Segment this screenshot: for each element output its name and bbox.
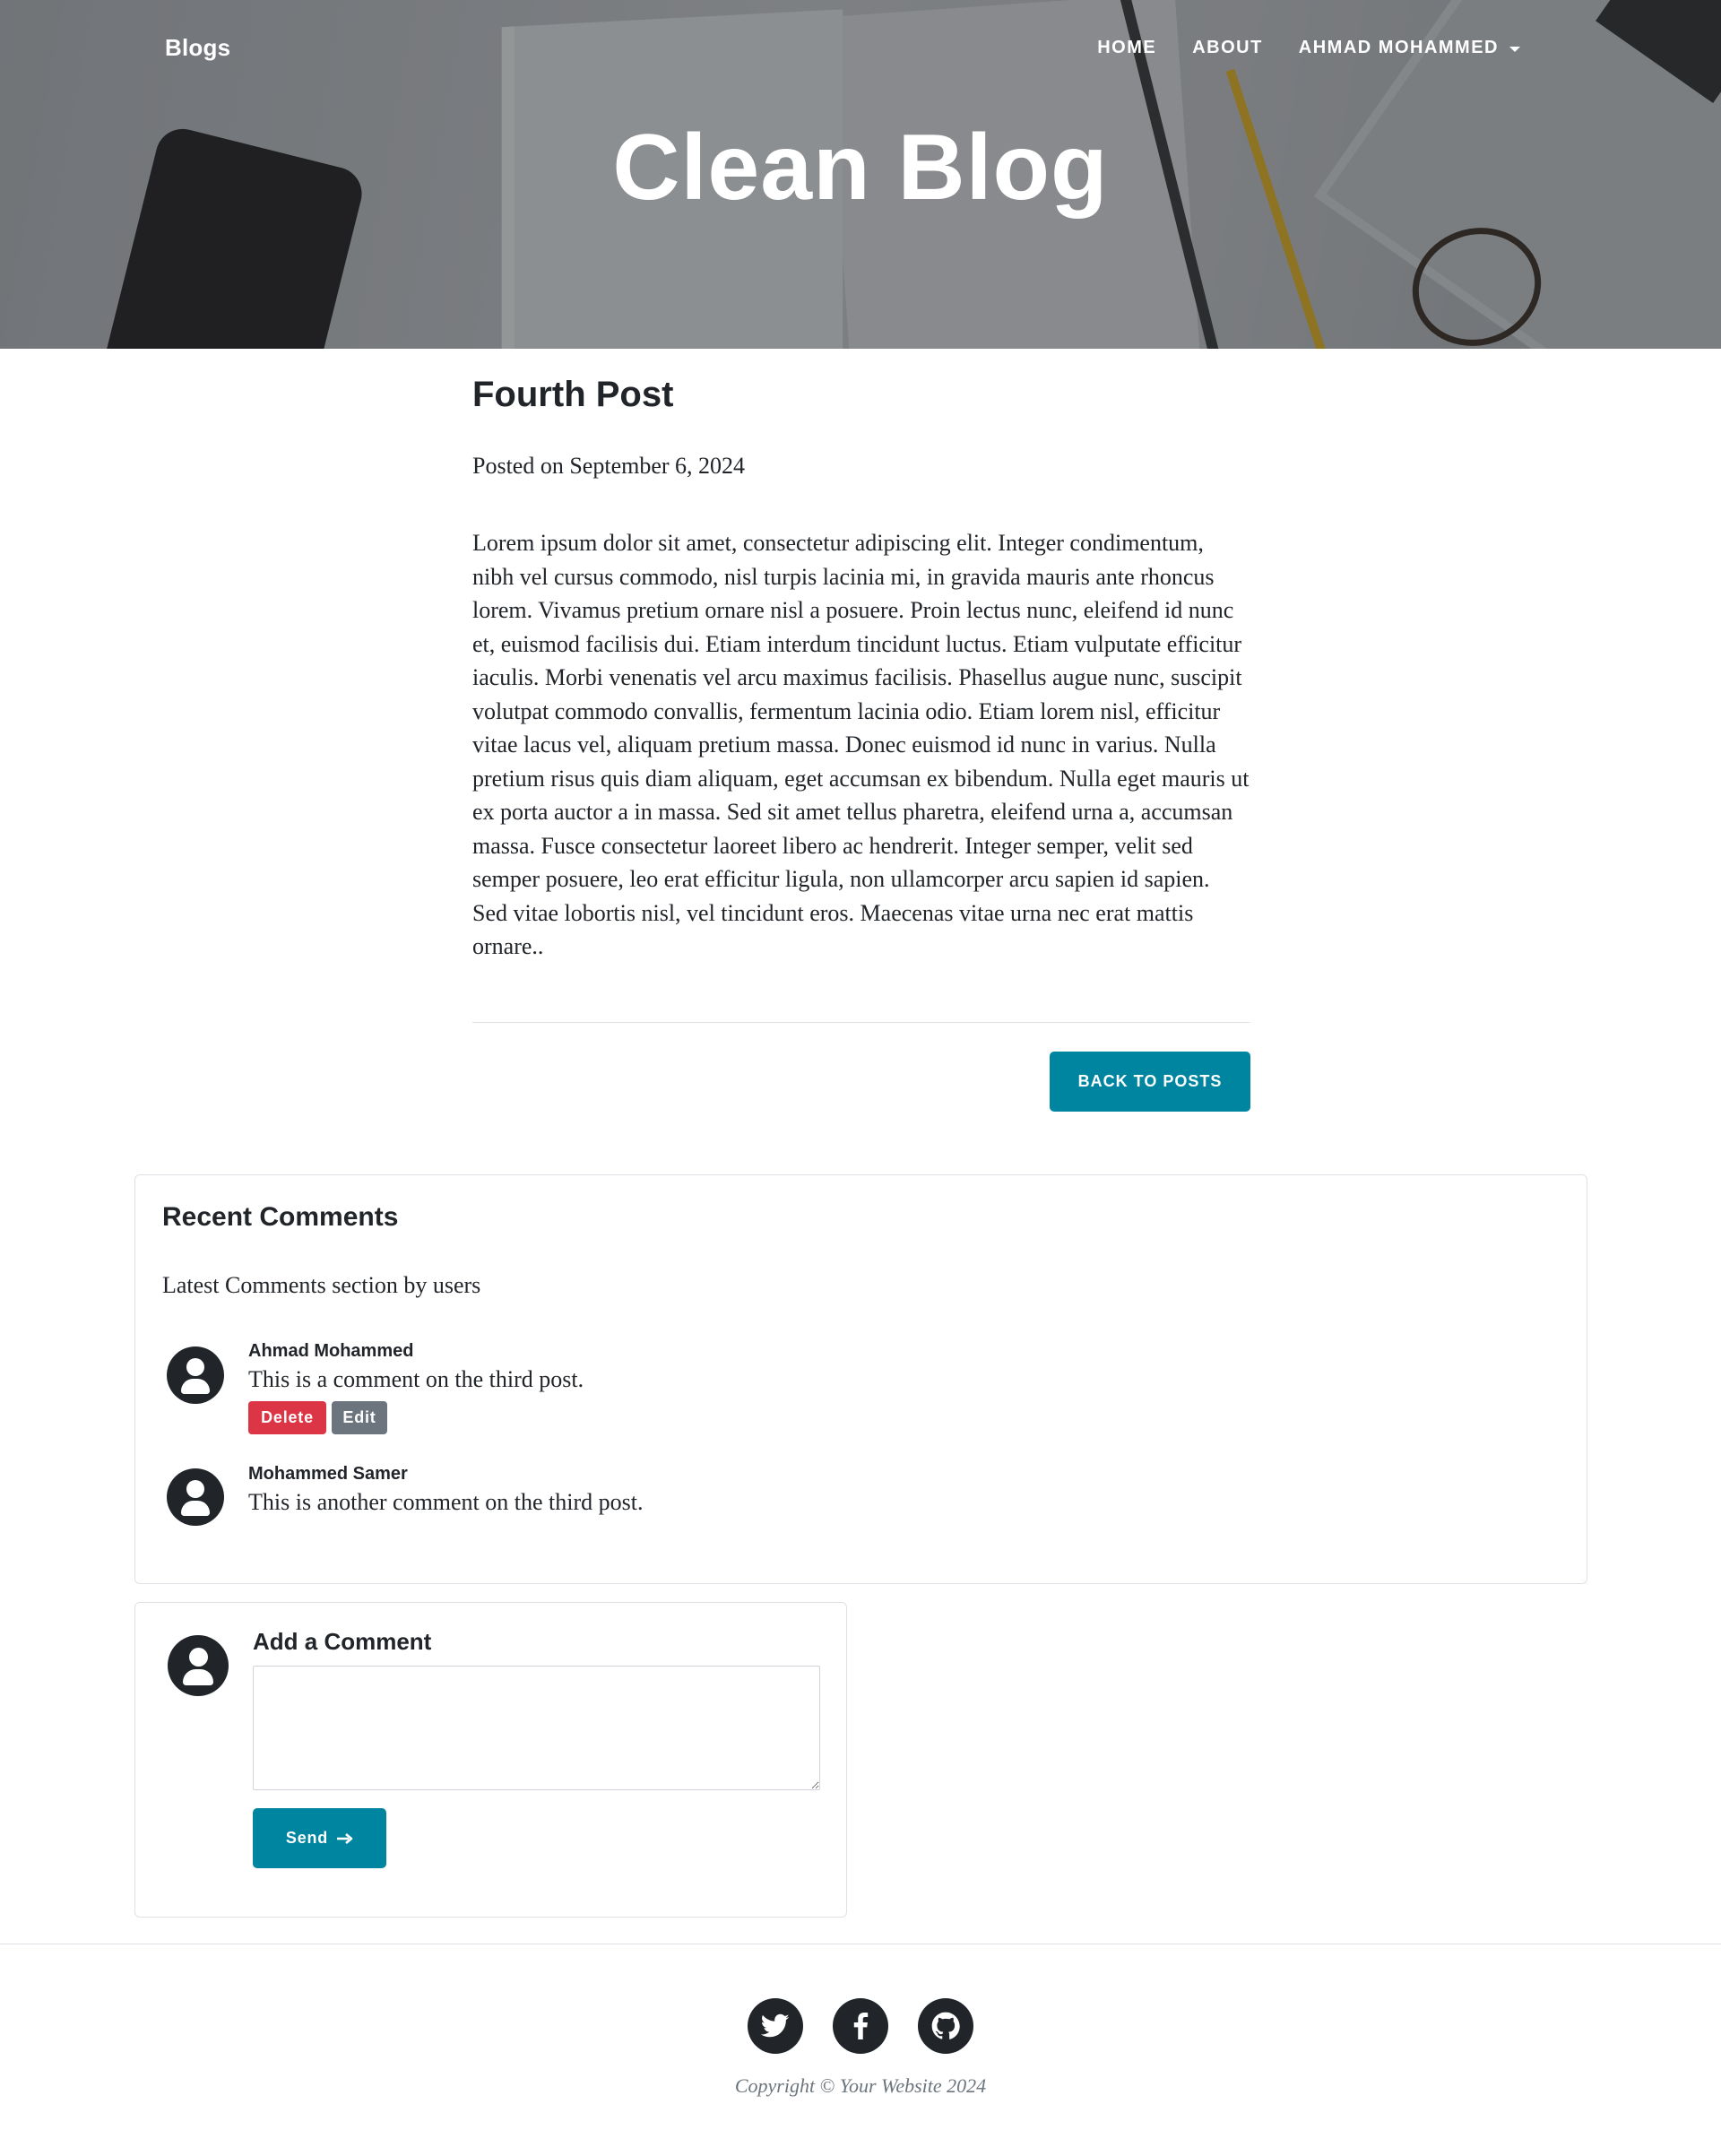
recent-comments-subtitle: Latest Comments section by users [162, 1272, 481, 1298]
send-comment-button[interactable]: Send [253, 1808, 386, 1868]
post-title: Fourth Post [472, 375, 674, 414]
caret-down-icon [1509, 46, 1520, 52]
nav-dropdown-user[interactable]: AHMAD MOHAMMED [1299, 38, 1520, 58]
comment-author: Mohammed Samer [248, 1464, 408, 1484]
nav-link-home[interactable]: HOME [1097, 38, 1156, 58]
post-article: Fourth Post Posted on September 6, 2024 … [472, 375, 1250, 964]
page-header: Blogs HOME ABOUT AHMAD MOHAMMED Clean Bl… [0, 0, 1721, 349]
nav-dropdown-user-label: AHMAD MOHAMMED [1298, 38, 1499, 57]
delete-comment-button[interactable]: Delete [248, 1401, 326, 1434]
main-nav: HOME ABOUT AHMAD MOHAMMED [1097, 38, 1520, 58]
navbar-brand[interactable]: Blogs [165, 34, 230, 62]
recent-comments-card: Recent Comments Latest Comments section … [134, 1174, 1587, 1584]
add-comment-title: Add a Comment [253, 1628, 432, 1655]
post-divider [472, 1022, 1250, 1023]
back-to-posts-button[interactable]: BACK TO POSTS [1050, 1052, 1250, 1112]
recent-comments-title: Recent Comments [162, 1202, 399, 1232]
post-body: Lorem ipsum dolor sit amet, consectetur … [472, 530, 1250, 959]
comment-textarea[interactable] [253, 1666, 820, 1790]
post-meta: Posted on September 6, 2024 [472, 453, 746, 479]
twitter-icon[interactable] [748, 1998, 803, 2054]
github-icon[interactable] [918, 1998, 973, 2054]
comment-author: Ahmad Mohammed [248, 1341, 414, 1361]
facebook-icon[interactable] [833, 1998, 888, 2054]
comment-text: This is a comment on the third post. [248, 1366, 584, 1392]
user-avatar-icon [167, 1346, 224, 1404]
copyright-text: Copyright © Your Website 2024 [734, 2074, 987, 2097]
send-button-label: Send [285, 1829, 329, 1847]
comment-text: This is another comment on the third pos… [248, 1489, 644, 1515]
edit-comment-button[interactable]: Edit [332, 1401, 387, 1434]
arrow-right-icon [337, 1832, 353, 1844]
add-comment-card: Add a Comment Send [134, 1602, 847, 1918]
nav-link-about[interactable]: ABOUT [1192, 38, 1263, 58]
user-avatar-icon [167, 1468, 224, 1526]
current-user-avatar-icon [168, 1635, 229, 1696]
site-heading: Clean Blog [612, 116, 1109, 220]
